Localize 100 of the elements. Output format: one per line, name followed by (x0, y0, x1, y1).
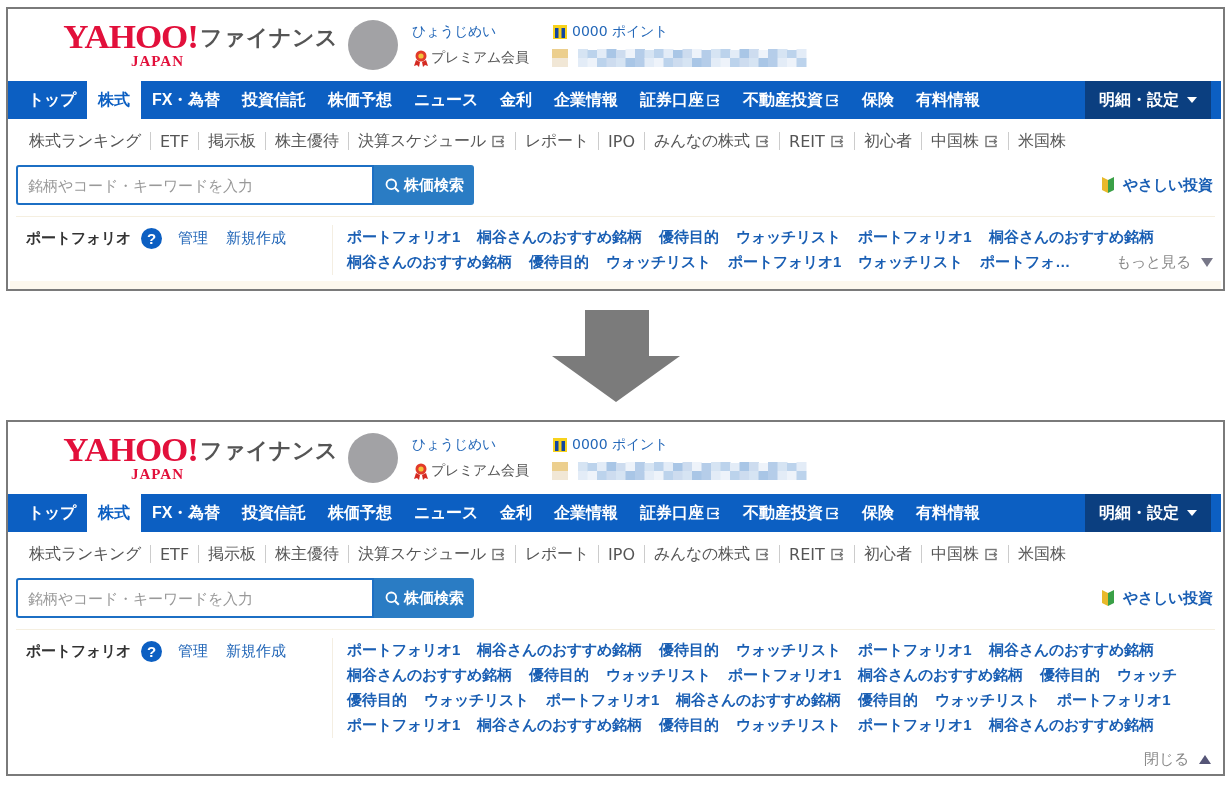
portfolio-link[interactable]: 優待目的 (529, 666, 589, 685)
username-link[interactable]: ひょうじめい (412, 23, 552, 41)
portfolio-link[interactable]: ウォッチリスト (736, 641, 842, 660)
subnav-link[interactable]: IPO (599, 131, 645, 151)
portfolio-link[interactable]: ウォッチリスト (736, 228, 842, 247)
logo-wordmark[interactable]: YAHOO! (63, 22, 198, 53)
portfolio-link[interactable]: ウォッチリスト (736, 716, 842, 735)
settings-menu-button[interactable]: 明細・設定 (1085, 494, 1211, 532)
subnav-link[interactable]: レポート (516, 543, 599, 565)
subnav-link[interactable]: 掲示板 (199, 543, 266, 565)
portfolio-link[interactable]: 桐谷さんのおすすめ銘柄 (477, 641, 643, 660)
portfolio-link[interactable]: 桐谷さんのおすすめ銘柄 (988, 716, 1154, 735)
portfolio-link[interactable]: ウォッチリスト (606, 253, 711, 272)
subnav-link[interactable]: 株主優待 (266, 130, 349, 152)
subnav-link[interactable]: 株主優待 (266, 543, 349, 565)
easy-invest-link[interactable]: やさしい投資 (1123, 588, 1213, 608)
portfolio-link[interactable]: ウォッチリスト (858, 253, 964, 272)
subnav-link[interactable]: 株式ランキング (20, 543, 150, 565)
nav-tab[interactable]: 株式 (87, 494, 141, 532)
help-button[interactable]: ? (141, 640, 162, 662)
toggle-button[interactable]: もっと見る (1116, 253, 1215, 272)
portfolio-link[interactable]: 桐谷さんのおすすめ銘柄 (347, 666, 512, 685)
portfolio-link[interactable]: ポートフォリオ1 (1057, 691, 1171, 710)
portfolio-link[interactable]: ウォッチリスト (606, 666, 711, 685)
subnav-link[interactable]: ETF (151, 544, 199, 564)
portfolio-link[interactable]: ウォッチリスト (424, 691, 529, 710)
portfolio-link[interactable]: 桐谷さんのおすすめ銘柄 (988, 228, 1154, 247)
portfolio-link[interactable]: ポートフォリオ1 (546, 691, 660, 710)
search-field[interactable]: 銘柄やコード・キーワードを入力 (16, 165, 374, 205)
subnav-link[interactable]: 掲示板 (199, 130, 266, 152)
portfolio-link[interactable]: 優待目的 (659, 716, 720, 735)
site-title[interactable]: ファイナンス (200, 21, 338, 54)
logo-subtext[interactable]: JAPAN (130, 466, 184, 482)
caret-icon (1187, 510, 1197, 516)
easy-invest-link[interactable]: やさしい投資 (1123, 175, 1213, 195)
ribbon-icon (412, 49, 430, 67)
portfolio-action-link[interactable]: 新規作成 (226, 641, 286, 661)
search-button[interactable]: 株価検索 (374, 165, 474, 205)
portfolio-link[interactable]: 桐谷さんのおすすめ銘柄 (858, 666, 1024, 685)
search-field[interactable]: 銘柄やコード・キーワードを入力 (16, 578, 374, 618)
portfolio-link[interactable]: ポートフォリオ1 (858, 716, 972, 735)
search-button[interactable]: 株価検索 (374, 578, 474, 618)
membership-label: プレミアム会員 (431, 462, 529, 480)
portfolio-link[interactable]: 優待目的 (1040, 666, 1101, 685)
help-button[interactable]: ? (141, 227, 162, 249)
nav-tab[interactable]: 株式 (87, 81, 141, 119)
subnav-link[interactable]: 米国株 (1008, 543, 1075, 565)
subnav-link[interactable]: レポート (516, 130, 599, 152)
portfolio-link[interactable]: ウォッチリスト (935, 691, 1041, 710)
portfolio-link[interactable]: ポートフォリオ1 (347, 716, 461, 735)
points-link[interactable]: 0000 ポイント (572, 436, 669, 454)
portfolio-link[interactable]: 優待目的 (659, 228, 720, 247)
portfolio-link[interactable]: 優待目的 (858, 691, 919, 710)
subnav-link[interactable]: 中国株 (921, 130, 1008, 152)
portfolio-link[interactable]: ポートフォリオ1 (728, 253, 842, 272)
portfolio-link[interactable]: ウォッチ (1117, 666, 1178, 685)
portfolio-link[interactable]: 桐谷さんのおすすめ銘柄 (347, 253, 512, 272)
card-icon (552, 24, 568, 40)
site-title[interactable]: ファイナンス (200, 434, 338, 467)
subnav-link[interactable]: ETF (151, 131, 199, 151)
subnav-link[interactable]: 決算スケジュール (349, 130, 516, 152)
points-link[interactable]: 0000 ポイント (572, 23, 669, 41)
portfolio-action-link[interactable]: 管理 (178, 228, 208, 248)
portfolio-link[interactable]: 桐谷さんのおすすめ銘柄 (477, 228, 643, 247)
logo-subtext[interactable]: JAPAN (130, 53, 184, 69)
portfolio-link[interactable]: ポートフォリオ1 (858, 641, 972, 660)
settings-menu-button[interactable]: 明細・設定 (1085, 81, 1211, 119)
subnav-link[interactable]: REIT (780, 131, 854, 151)
subnav-link[interactable]: REIT (780, 544, 854, 564)
subnav-link[interactable]: IPO (599, 544, 645, 564)
subnav-link[interactable]: 決算スケジュール (349, 543, 516, 565)
membership-label: プレミアム会員 (431, 49, 529, 67)
portfolio-link[interactable]: ポートフォリオ1 (858, 228, 972, 247)
logo-wordmark[interactable]: YAHOO! (63, 435, 198, 466)
portfolio-action-link[interactable]: 新規作成 (226, 228, 286, 248)
subnav-link[interactable]: 米国株 (1008, 130, 1075, 152)
portfolio-link[interactable]: 桐谷さんのおすすめ銘柄 (676, 691, 842, 710)
portfolio-link[interactable]: ポートフォリオ1 (347, 641, 461, 660)
toggle-button[interactable]: 閉じる (1144, 749, 1213, 769)
portfolio-link[interactable]: 桐谷さんのおすすめ銘柄 (477, 716, 643, 735)
subnav-link[interactable]: みんなの株式 (645, 130, 780, 152)
portfolio-link[interactable]: 優待目的 (529, 253, 589, 272)
ribbon-icon (412, 462, 430, 480)
caret-icon (1201, 258, 1213, 267)
caret-icon (1199, 754, 1211, 764)
portfolio-title: ポートフォリオ (26, 641, 131, 661)
portfolio-link[interactable]: 優待目的 (347, 691, 407, 710)
subnav-link[interactable]: みんなの株式 (645, 543, 780, 565)
subnav-link[interactable]: 初心者 (854, 130, 921, 152)
portfolio-link[interactable]: ポートフォリオ1 (728, 666, 842, 685)
subnav-link[interactable]: 中国株 (921, 543, 1008, 565)
portfolio-link[interactable]: 桐谷さんのおすすめ銘柄 (988, 641, 1154, 660)
portfolio-link[interactable]: ポートフォリオ1 (347, 228, 461, 247)
subnav-link[interactable]: 株式ランキング (20, 130, 150, 152)
card-icon (552, 437, 568, 453)
username-link[interactable]: ひょうじめい (412, 436, 552, 454)
portfolio-action-link[interactable]: 管理 (178, 641, 208, 661)
portfolio-link[interactable]: 優待目的 (659, 641, 720, 660)
portfolio-link[interactable]: ポートフォ… (980, 253, 1071, 272)
subnav-link[interactable]: 初心者 (854, 543, 921, 565)
